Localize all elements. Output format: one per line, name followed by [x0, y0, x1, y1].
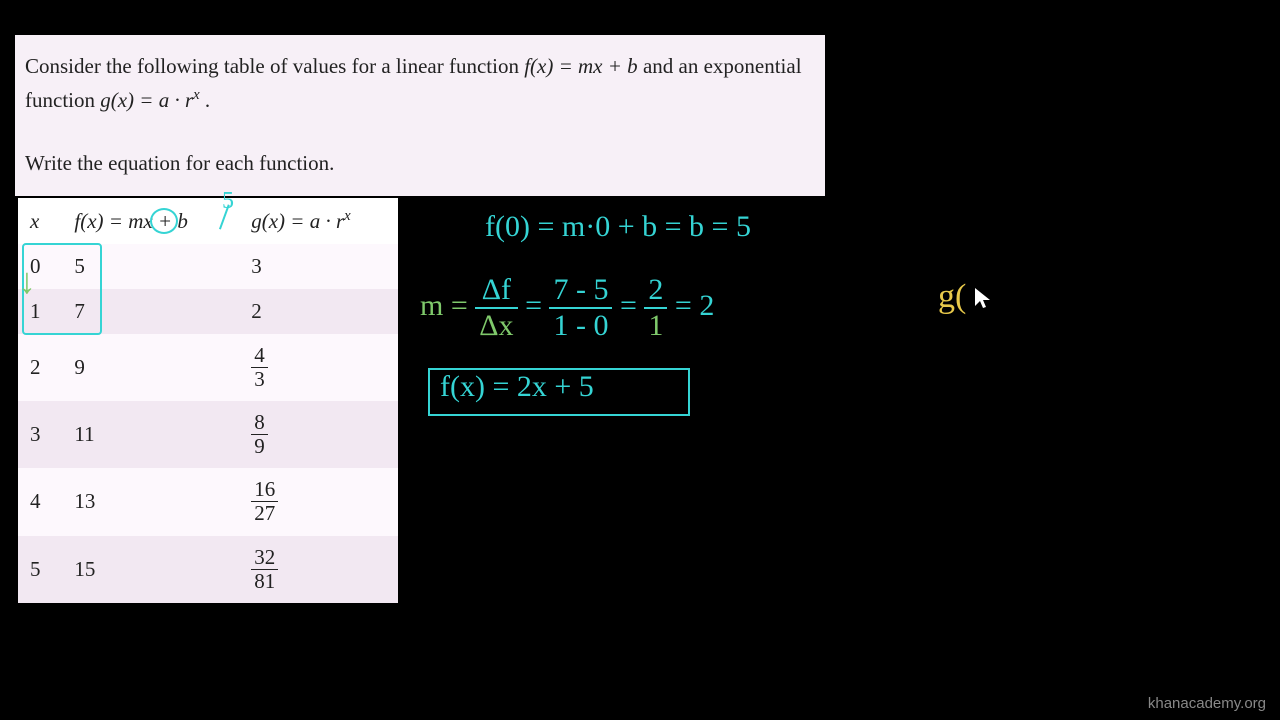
arrow-down-icon: ↓ [18, 260, 36, 302]
header-x: x [18, 198, 62, 244]
header-gx: g(x) = a · rx [239, 198, 398, 244]
table-row: 2 9 43 [18, 334, 398, 401]
work-answer: f(x) = 2x + 5 [440, 370, 594, 404]
problem-text: Consider the following table of values f… [25, 54, 524, 78]
circle-m-annotation [150, 208, 178, 234]
linear-formula: f(x) = mx + b [524, 54, 637, 78]
problem-prompt: Write the equation for each function. [25, 147, 815, 181]
watermark: khanacademy.org [1148, 695, 1266, 712]
exp-formula: g(x) = a · rx [100, 88, 199, 112]
table-row: 5 15 3281 [18, 536, 398, 603]
problem-text: . [205, 88, 210, 112]
cursor-icon [972, 286, 994, 318]
table-row: 4 13 1627 [18, 468, 398, 535]
work-f0: f(0) = m·0 + b = b = 5 [485, 210, 751, 244]
problem-statement: Consider the following table of values f… [15, 35, 825, 196]
work-slope: m = ΔfΔx = 7 - 51 - 0 = 21 = 2 [420, 275, 714, 341]
work-g-start: g( [938, 278, 966, 316]
table-row: 3 11 89 [18, 401, 398, 468]
